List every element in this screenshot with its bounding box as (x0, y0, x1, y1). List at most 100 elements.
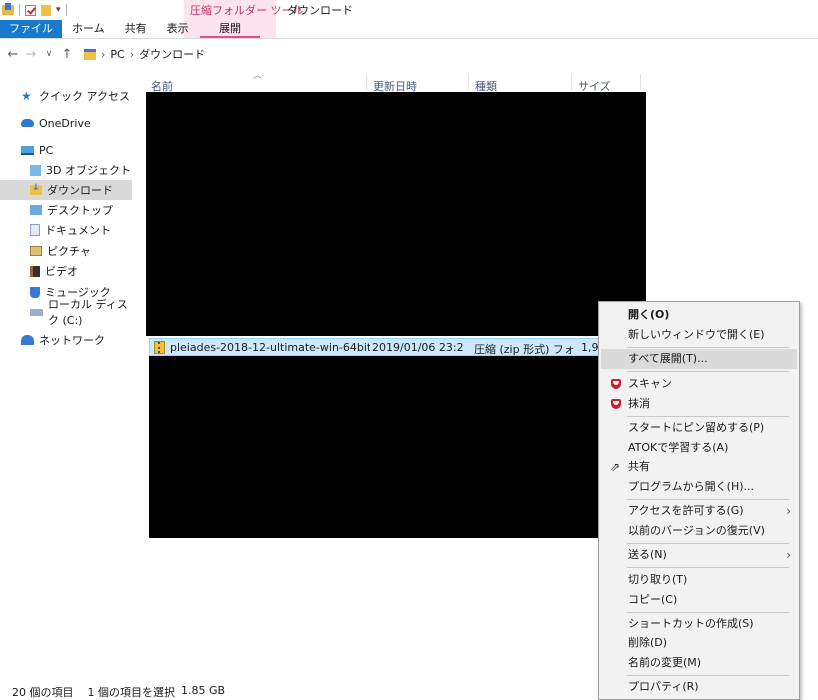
redacted-region (149, 356, 598, 538)
sidebar-item-label: ネットワーク (39, 334, 105, 347)
file-modified: 2019/01/06 23:29 (372, 341, 464, 354)
sidebar-item-quick-access[interactable]: ★ クイック アクセス (0, 86, 132, 106)
tab-home[interactable]: ホーム (62, 20, 115, 38)
breadcrumb-downloads[interactable]: ダウンロード (139, 46, 205, 62)
menu-item-open[interactable]: 開く(O) (601, 305, 797, 325)
sidebar-item-label: ダウンロード (47, 184, 113, 197)
sidebar-item-label: 3D オブジェクト (46, 164, 131, 177)
column-divider[interactable] (366, 74, 367, 90)
menu-item-restore-versions[interactable]: 以前のバージョンの復元(V) (601, 521, 797, 541)
sidebar-item-label: クイック アクセス (39, 90, 130, 103)
star-icon: ★ (21, 89, 32, 103)
column-divider[interactable] (468, 74, 469, 90)
sidebar-item-downloads[interactable]: ダウンロード (0, 180, 132, 200)
menu-separator (627, 499, 789, 500)
sidebar-item-label: デスクトップ (47, 204, 113, 217)
desktop-folder-icon (30, 205, 42, 215)
menu-item-rename[interactable]: 名前の変更(M) (601, 653, 797, 673)
download-folder-icon (84, 48, 96, 60)
menu-separator (627, 416, 789, 417)
sidebar-item-onedrive[interactable]: OneDrive (0, 113, 132, 133)
sidebar-item-label: ローカル ディスク (C:) (48, 298, 128, 327)
table-row[interactable]: pleiades-2018-12-ultimate-win-64bit-jre.… (149, 338, 645, 356)
menu-item-copy[interactable]: コピー(C) (601, 590, 797, 610)
menu-item-open-new-window[interactable]: 新しいウィンドウで開く(E) (601, 325, 797, 345)
selection-count: 1 個の項目を選択 (87, 686, 176, 699)
ribbon-divider (0, 38, 818, 39)
title-bar: ▾ (0, 0, 818, 20)
back-arrow-icon[interactable]: ← (4, 47, 22, 62)
sidebar-item-3d-objects[interactable]: 3D オブジェクト (0, 160, 132, 180)
download-folder-icon (30, 183, 42, 195)
menu-separator (627, 612, 789, 613)
sidebar-item-desktop[interactable]: デスクトップ (0, 200, 132, 220)
navigation-pane: ★ クイック アクセス OneDrive PC 3D オブジェクト ダウンロード… (0, 78, 132, 678)
tab-extract[interactable]: 展開 (200, 20, 260, 38)
menu-item-label: アクセスを許可する(G) (628, 504, 744, 517)
menu-separator (627, 371, 789, 372)
file-name: pleiades-2018-12-ultimate-win-64bit-jre.… (170, 341, 370, 354)
drive-icon (30, 308, 43, 316)
sort-ascending-icon: ︿ (253, 71, 263, 81)
breadcrumb-chevron-icon[interactable]: › (130, 48, 134, 61)
menu-item-cut[interactable]: 切り取り(T) (601, 570, 797, 590)
submenu-arrow-icon: › (786, 504, 791, 518)
sidebar-item-network[interactable]: ネットワーク (0, 330, 132, 350)
sidebar-item-local-disk[interactable]: ローカル ディスク (C:) (0, 298, 132, 327)
network-icon (21, 335, 34, 345)
tab-view[interactable]: 表示 (157, 20, 199, 38)
menu-separator (627, 347, 789, 348)
menu-item-create-shortcut[interactable]: ショートカットの作成(S) (601, 614, 797, 634)
menu-item-delete[interactable]: 削除(D) (601, 633, 797, 653)
documents-folder-icon (30, 224, 40, 236)
menu-item-label: 共有 (628, 460, 650, 473)
menu-separator (627, 543, 789, 544)
menu-item-share[interactable]: ⇗ 共有 (601, 457, 797, 477)
menu-item-label: 抹消 (628, 397, 650, 410)
breadcrumb-pc[interactable]: PC (110, 48, 124, 61)
menu-item-scan[interactable]: スキャン (601, 374, 797, 394)
sidebar-item-pc[interactable]: PC (0, 140, 132, 160)
breadcrumb-chevron-icon[interactable]: › (101, 48, 105, 61)
sidebar-item-videos[interactable]: ビデオ (0, 261, 132, 281)
tab-share[interactable]: 共有 (115, 20, 157, 38)
sidebar-item-label: ピクチャ (47, 245, 91, 258)
file-size: 1,94 (581, 341, 599, 354)
zip-folder-icon (154, 341, 165, 354)
sidebar-item-documents[interactable]: ドキュメント (0, 220, 132, 240)
sidebar-item-pictures[interactable]: ピクチャ (0, 241, 132, 261)
customize-dropdown-icon[interactable]: ▾ (56, 5, 61, 15)
column-divider[interactable] (640, 74, 641, 90)
redacted-region (146, 92, 646, 336)
sidebar-item-label: OneDrive (39, 116, 91, 130)
ribbon-tabs: ファイル ホーム 共有 表示 展開 (0, 20, 260, 38)
item-count: 20 個の項目 (12, 686, 74, 699)
menu-item-pin-to-start[interactable]: スタートにピン留めする(P) (601, 418, 797, 438)
mcafee-shield-icon (611, 399, 621, 409)
selection-size: 1.85 GB (181, 684, 226, 697)
menu-item-shred[interactable]: 抹消 (601, 394, 797, 414)
menu-item-send-to[interactable]: 送る(N) › (601, 545, 797, 565)
menu-item-give-access[interactable]: アクセスを許可する(G) › (601, 501, 797, 521)
quick-access-toolbar: ▾ (0, 2, 67, 18)
up-arrow-icon[interactable]: ↑ (58, 47, 76, 62)
videos-folder-icon (30, 265, 40, 277)
tab-file[interactable]: ファイル (0, 20, 62, 38)
submenu-arrow-icon: › (786, 548, 791, 562)
cube-folder-icon (30, 164, 41, 176)
menu-separator (627, 675, 789, 676)
menu-item-properties[interactable]: プロパティ(R) (601, 677, 797, 697)
column-divider[interactable] (571, 74, 572, 90)
sidebar-item-label: PC (39, 143, 54, 157)
menu-item-open-with[interactable]: プログラムから開く(H)... (601, 477, 797, 497)
menu-item-label: スキャン (628, 377, 672, 390)
recent-locations-chevron-icon[interactable]: ∨ (40, 49, 58, 59)
separator (19, 4, 20, 16)
forward-arrow-icon[interactable]: → (22, 47, 40, 62)
new-folder-icon[interactable] (41, 4, 51, 16)
address-bar: ← → ∨ ↑ › PC › ダウンロード (0, 42, 818, 66)
menu-item-atok[interactable]: ATOKで学習する(A) (601, 438, 797, 458)
mcafee-shield-icon (611, 379, 621, 389)
menu-item-extract-all[interactable]: すべて展開(T)... (601, 349, 797, 369)
properties-check-icon[interactable] (25, 4, 36, 16)
